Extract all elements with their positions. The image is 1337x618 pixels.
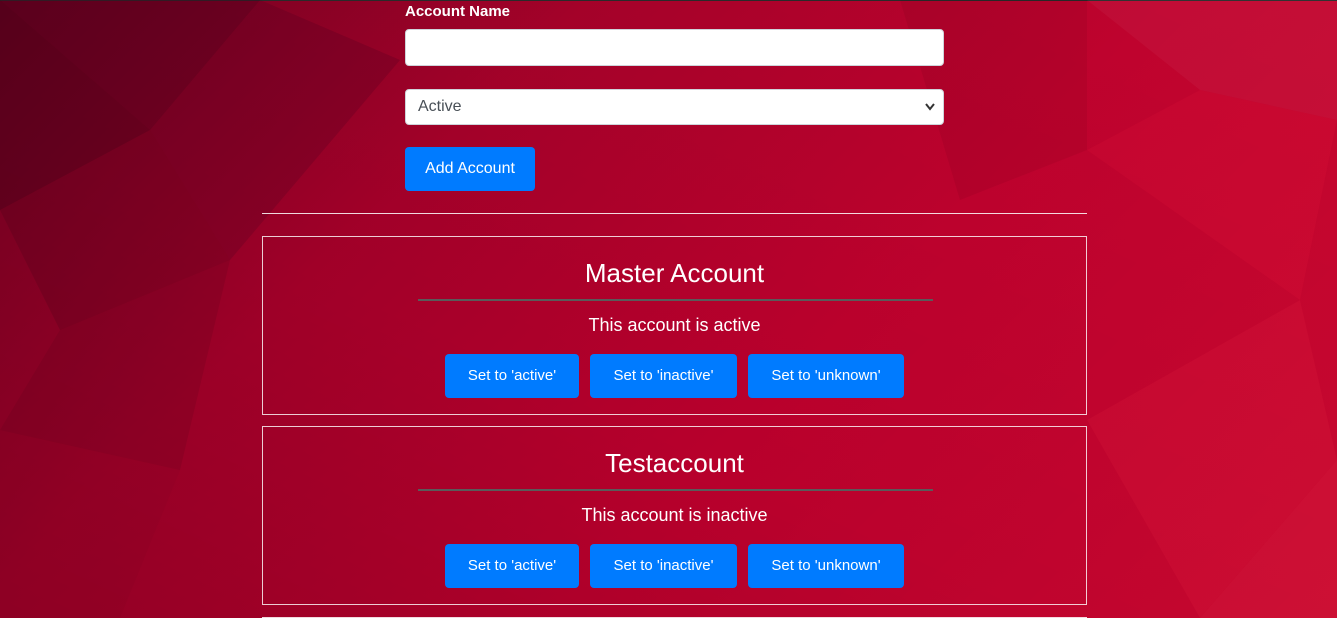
status-select[interactable]: Active [405,89,944,125]
status-select-value: Active [418,98,462,115]
chevron-down-icon [925,103,935,111]
title-divider [418,299,933,301]
set-active-button[interactable]: Set to 'active' [445,544,579,588]
account-name-label: Account Name [405,3,511,20]
set-inactive-button[interactable]: Set to 'inactive' [590,354,737,398]
account-status-text: This account is inactive [581,505,768,525]
set-unknown-button[interactable]: Set to 'unknown' [748,354,904,398]
add-account-button[interactable]: Add Account [405,147,535,191]
account-card-testaccount: Testaccount This account is inactive Set… [262,426,1087,605]
account-title: Testaccount [605,448,744,478]
title-divider [418,489,933,491]
account-status-text: This account is active [588,315,761,335]
account-name-input[interactable] [405,29,944,66]
section-divider [262,213,1087,214]
set-active-button[interactable]: Set to 'active' [445,354,579,398]
set-unknown-button[interactable]: Set to 'unknown' [748,544,904,588]
set-inactive-button[interactable]: Set to 'inactive' [590,544,737,588]
account-card-master: Master Account This account is active Se… [262,236,1087,415]
add-account-form: Account Name Active Add Account [405,3,944,191]
account-title: Master Account [584,258,765,288]
